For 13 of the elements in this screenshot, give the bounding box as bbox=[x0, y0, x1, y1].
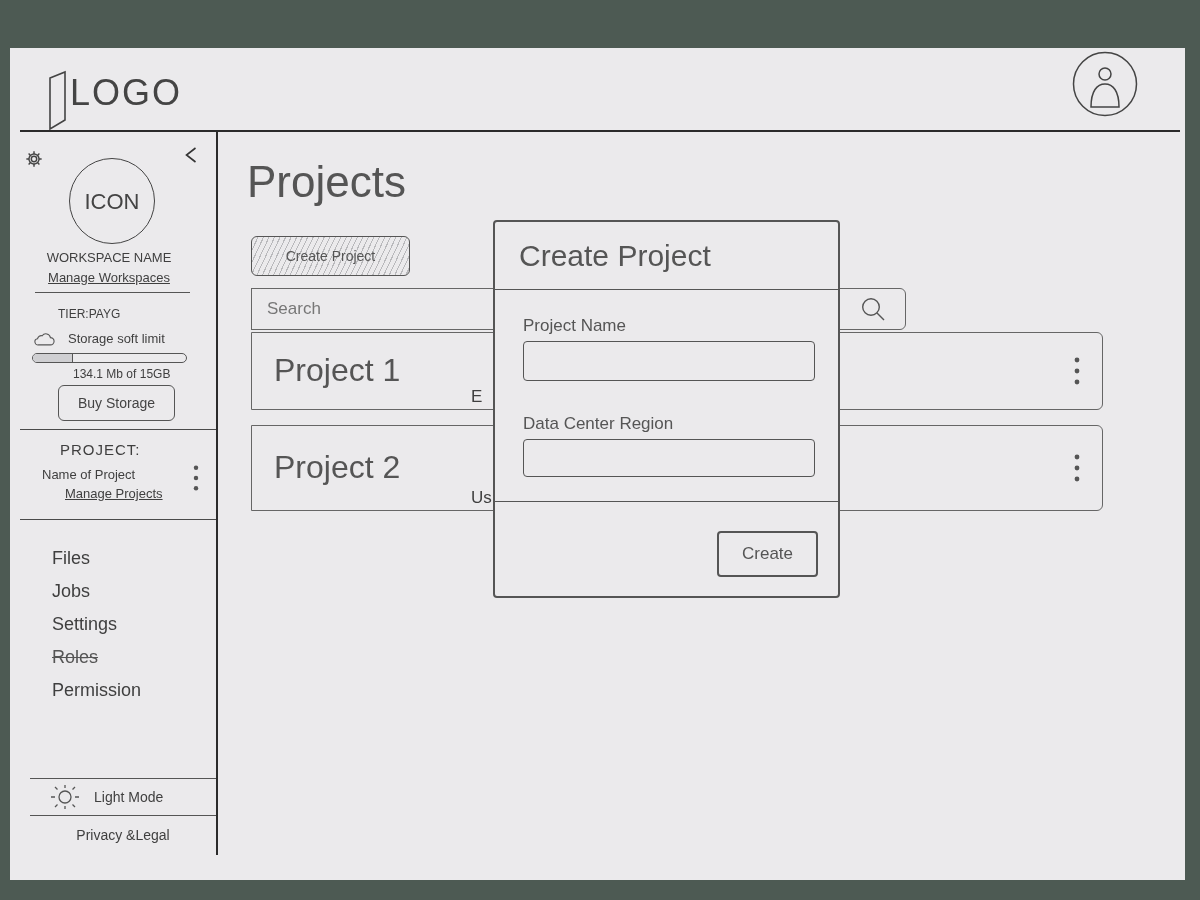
dialog-title: Create Project bbox=[519, 238, 711, 274]
logo-text: LOGO bbox=[70, 75, 183, 111]
project-title: Project 2 bbox=[274, 449, 401, 485]
project-heading: PROJECT: bbox=[60, 440, 141, 460]
storage-reading: 134.1 Mb of 15GB bbox=[73, 367, 171, 381]
tier-label: TIER:PAYG bbox=[58, 307, 121, 321]
page-title: Projects bbox=[247, 158, 406, 206]
project-title: Project 1 bbox=[274, 352, 401, 388]
workspace-name: WORKSPACE NAME bbox=[46, 250, 172, 266]
project-detail: E bbox=[471, 388, 483, 405]
storage-label: Storage soft limit bbox=[68, 331, 165, 346]
project-detail: Us bbox=[471, 489, 492, 506]
project-name: Name of Project bbox=[42, 466, 136, 484]
